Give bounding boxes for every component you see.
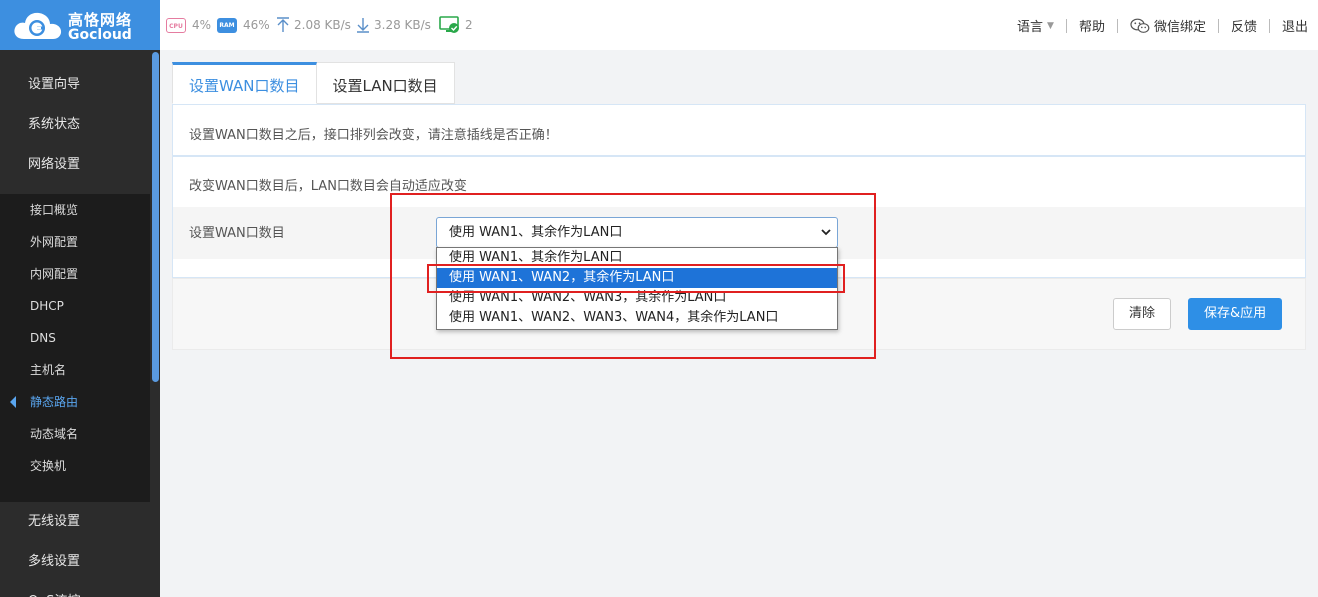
- language-menu[interactable]: 语言 ▼: [1017, 16, 1054, 35]
- online-devices-icon: [439, 16, 459, 33]
- dropdown-option[interactable]: 使用 WAN1、其余作为LAN口: [437, 248, 837, 268]
- download-arrow-icon: [357, 18, 369, 33]
- brand-logo[interactable]: 高恪网络 Gocloud: [0, 0, 160, 50]
- wechat-icon: [1130, 18, 1150, 33]
- tab-bar: 设置WAN口数目 设置LAN口数目: [172, 62, 455, 104]
- ram-value: 46%: [243, 18, 270, 32]
- cpu-stat: CPU 4%: [166, 16, 211, 34]
- sidebar-item-qos[interactable]: QoS流控: [0, 582, 160, 597]
- devices-stat[interactable]: 2: [439, 16, 473, 34]
- wan-count-dropdown-list: 使用 WAN1、其余作为LAN口 使用 WAN1、WAN2，其余作为LAN口 使…: [436, 247, 838, 330]
- sidebar-item-hostname[interactable]: 主机名: [0, 354, 160, 386]
- sidebar-item-switch[interactable]: 交换机: [0, 450, 160, 482]
- form-hint: 改变WAN口数目后，LAN口数目会自动适应改变: [189, 179, 467, 194]
- cloud-logo-icon: [14, 12, 62, 39]
- sidebar-item-system-status[interactable]: 系统状态: [0, 105, 160, 145]
- sidebar-scrollbar-thumb[interactable]: [152, 52, 159, 382]
- wechat-bind-link[interactable]: 微信绑定: [1130, 16, 1206, 35]
- sidebar-item-interface-overview[interactable]: 接口概览: [0, 194, 160, 226]
- sidebar-item-multiline[interactable]: 多线设置: [0, 542, 160, 582]
- dropdown-option[interactable]: 使用 WAN1、WAN2、WAN3，其余作为LAN口: [437, 288, 837, 308]
- nav-divider: [1217, 18, 1219, 33]
- upload-speed: 2.08 KB/s: [294, 18, 351, 32]
- nav-divider: [1268, 18, 1270, 33]
- top-nav: 语言 ▼ 帮助 微信绑定 反馈 退出: [1017, 16, 1308, 35]
- dropdown-option-highlighted[interactable]: 使用 WAN1、WAN2，其余作为LAN口: [437, 268, 837, 288]
- notice-panel: 设置WAN口数目之后，接口排列会改变，请注意插线是否正确！: [172, 104, 1306, 156]
- notice-text: 设置WAN口数目之后，接口排列会改变，请注意插线是否正确！: [189, 128, 558, 143]
- brand-name-en: Gocloud: [68, 27, 132, 43]
- network-submenu: 接口概览 外网配置 内网配置 DHCP DNS 主机名 静态路由 动态域名 交换…: [0, 194, 160, 502]
- sidebar-item-dns[interactable]: DNS: [0, 322, 160, 354]
- cpu-icon: CPU: [166, 17, 186, 33]
- sidebar-top-group: 设置向导 系统状态 网络设置: [0, 50, 160, 186]
- logout-link[interactable]: 退出: [1282, 16, 1308, 35]
- wan-count-label: 设置WAN口数目: [189, 226, 285, 241]
- ram-icon: RAM: [217, 17, 237, 33]
- dropdown-option[interactable]: 使用 WAN1、WAN2、WAN3、WAN4，其余作为LAN口: [437, 308, 837, 328]
- sidebar-item-dhcp[interactable]: DHCP: [0, 290, 160, 322]
- download-speed: 3.28 KB/s: [374, 18, 431, 32]
- sidebar-item-static-route[interactable]: 静态路由: [0, 386, 160, 418]
- tab-wan-count[interactable]: 设置WAN口数目: [172, 62, 317, 104]
- wan-count-selected-value: 使用 WAN1、其余作为LAN口: [449, 225, 623, 240]
- ram-stat: RAM 46%: [217, 16, 270, 34]
- sidebar-item-lan-config[interactable]: 内网配置: [0, 258, 160, 290]
- wan-count-select[interactable]: 使用 WAN1、其余作为LAN口: [436, 217, 838, 248]
- online-devices-count: 2: [465, 18, 473, 32]
- sidebar: 设置向导 系统状态 网络设置 接口概览 外网配置 内网配置 DHCP DNS 主…: [0, 50, 160, 597]
- sidebar-item-ddns[interactable]: 动态域名: [0, 418, 160, 450]
- sidebar-bottom-group: 无线设置 多线设置 QoS流控: [0, 502, 160, 597]
- download-stat: 3.28 KB/s: [356, 16, 431, 34]
- wechat-bind-label: 微信绑定: [1153, 20, 1206, 35]
- language-label: 语言: [1017, 20, 1044, 35]
- upload-stat: 2.08 KB/s: [276, 16, 351, 34]
- sidebar-item-wireless[interactable]: 无线设置: [0, 502, 160, 542]
- sidebar-item-wan-config[interactable]: 外网配置: [0, 226, 160, 258]
- tab-lan-count[interactable]: 设置LAN口数目: [316, 62, 455, 104]
- sidebar-item-network-settings[interactable]: 网络设置: [0, 145, 160, 185]
- feedback-link[interactable]: 反馈: [1231, 16, 1257, 35]
- cpu-value: 4%: [192, 18, 212, 32]
- top-bar: 高恪网络 Gocloud CPU 4% RAM 46% 2.08 KB/s 3.…: [0, 0, 1318, 50]
- sidebar-item-setup-wizard[interactable]: 设置向导: [0, 65, 160, 105]
- help-link[interactable]: 帮助: [1079, 16, 1105, 35]
- caret-down-icon: ▼: [1047, 20, 1054, 31]
- save-apply-button[interactable]: 保存&应用: [1188, 298, 1283, 330]
- clear-button[interactable]: 清除: [1113, 298, 1172, 330]
- upload-arrow-icon: [277, 17, 289, 32]
- nav-divider: [1065, 18, 1067, 33]
- nav-divider: [1116, 18, 1118, 33]
